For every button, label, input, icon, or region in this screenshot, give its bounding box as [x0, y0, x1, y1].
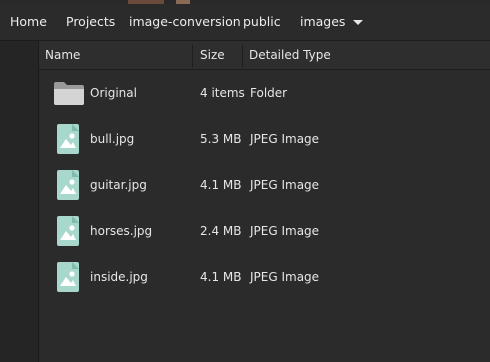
file-name: guitar.jpg	[90, 178, 147, 192]
folder-icon	[54, 82, 84, 105]
image-file-icon	[57, 170, 79, 200]
file-type: JPEG Image	[250, 178, 320, 192]
breadcrumb-image-conversion[interactable]: image-conversion	[129, 4, 241, 40]
breadcrumb-home[interactable]: Home	[10, 4, 47, 40]
image-file-icon	[57, 262, 79, 292]
file-size: 4.1 MB	[200, 178, 242, 192]
file-type: JPEG Image	[250, 224, 320, 238]
image-file-icon	[57, 124, 79, 154]
file-name: bull.jpg	[90, 132, 135, 146]
list-item[interactable]: inside.jpg 4.1 MB JPEG Image	[39, 254, 490, 300]
column-header-size[interactable]: Size	[200, 41, 225, 69]
file-size: 5.3 MB	[200, 132, 242, 146]
breadcrumb-images[interactable]: images	[300, 4, 345, 40]
chevron-down-icon[interactable]	[353, 20, 363, 25]
file-name: Original	[90, 86, 137, 100]
file-size: 4 items	[200, 86, 245, 100]
path-bar: Home Projects image-conversion public im…	[0, 4, 490, 41]
list-header: Name Size Detailed Type	[39, 41, 490, 70]
file-type: JPEG Image	[250, 270, 320, 284]
file-size: 4.1 MB	[200, 270, 242, 284]
column-header-type[interactable]: Detailed Type	[249, 41, 331, 69]
list-item[interactable]: Original 4 items Folder	[39, 70, 490, 116]
file-name: inside.jpg	[90, 270, 148, 284]
image-file-icon	[57, 216, 79, 246]
column-header-name[interactable]: Name	[45, 41, 80, 69]
breadcrumb-projects[interactable]: Projects	[66, 4, 115, 40]
list-item[interactable]: bull.jpg 5.3 MB JPEG Image	[39, 116, 490, 162]
file-type: Folder	[250, 86, 288, 100]
column-divider[interactable]	[242, 45, 243, 67]
file-name: horses.jpg	[90, 224, 153, 238]
file-list: Name Size Detailed Type Original 4 items…	[39, 41, 490, 362]
column-divider[interactable]	[192, 45, 193, 67]
file-type: JPEG Image	[250, 132, 320, 146]
list-item[interactable]: horses.jpg 2.4 MB JPEG Image	[39, 208, 490, 254]
sidebar	[0, 41, 39, 362]
file-size: 2.4 MB	[200, 224, 242, 238]
list-item[interactable]: guitar.jpg 4.1 MB JPEG Image	[39, 162, 490, 208]
breadcrumb-public[interactable]: public	[243, 4, 281, 40]
